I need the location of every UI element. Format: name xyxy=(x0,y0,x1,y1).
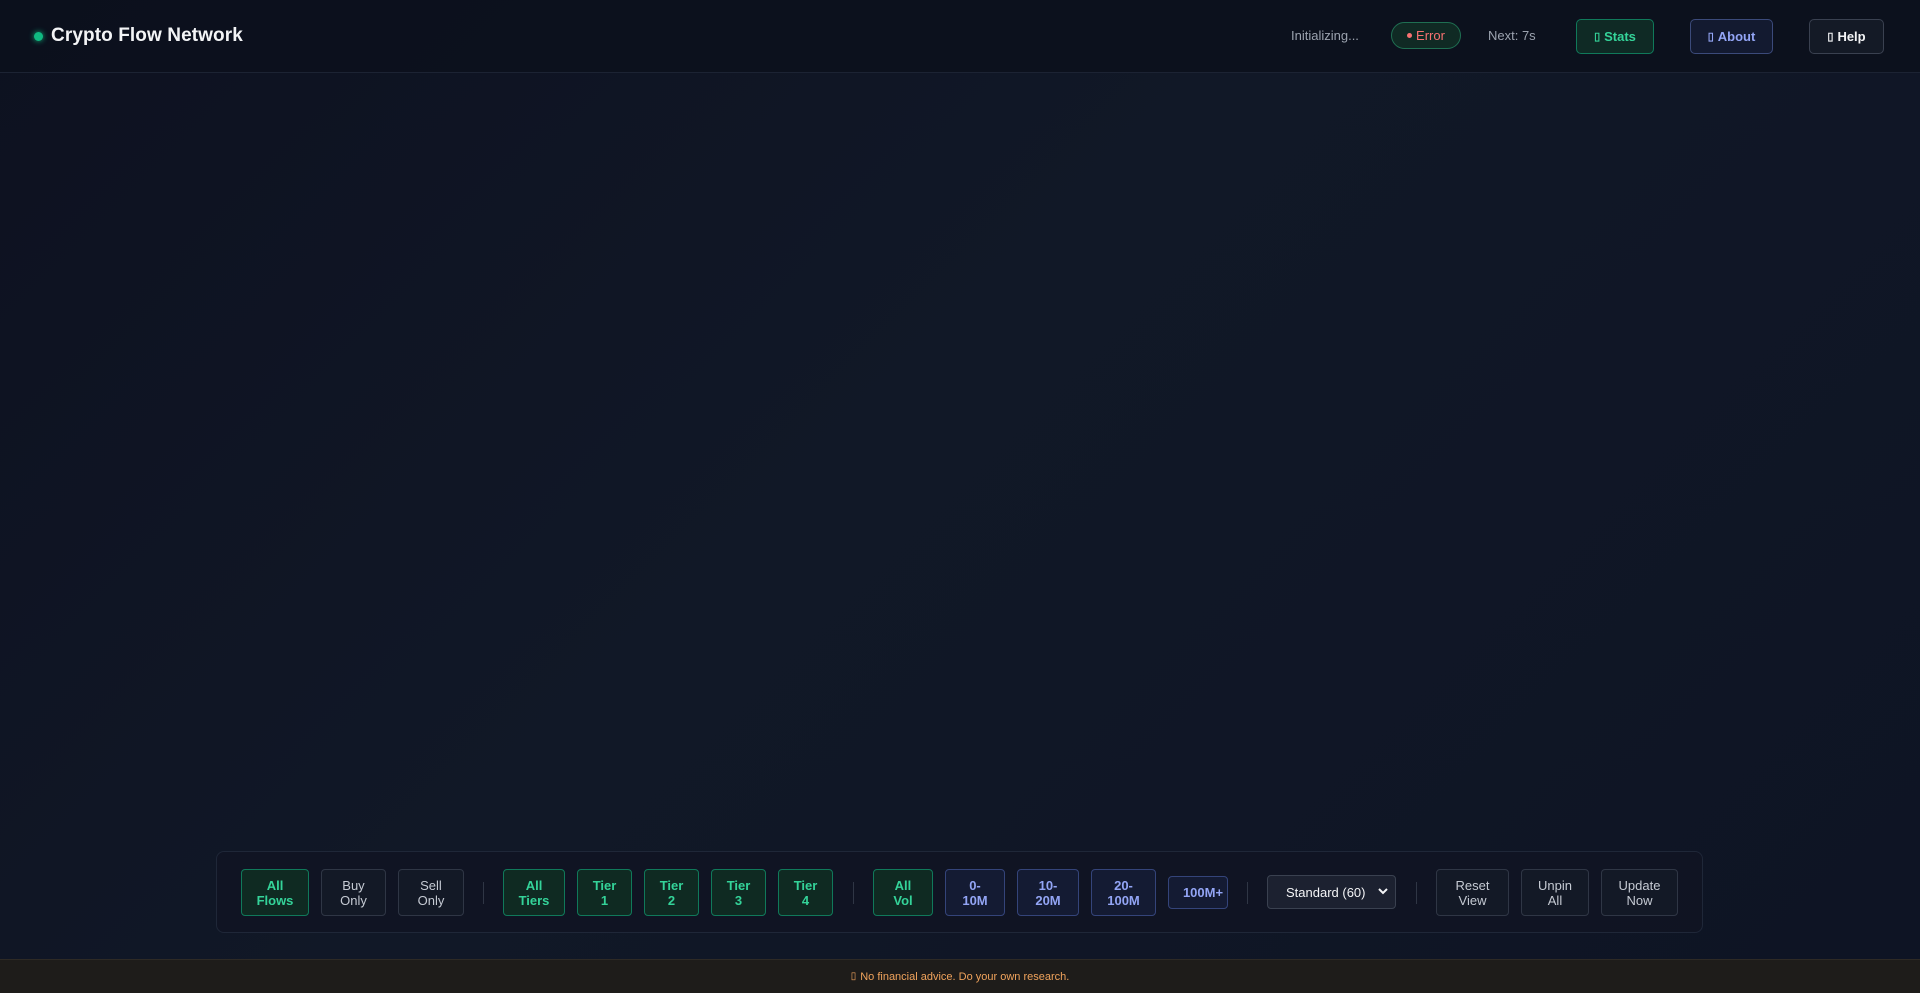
next-update-countdown: Next: 7s xyxy=(1488,28,1536,43)
filter-sell-only-button[interactable]: Sell Only xyxy=(398,869,464,916)
app-title: Crypto Flow Network xyxy=(51,25,243,46)
question-icon: ▯ xyxy=(1827,31,1834,43)
stats-button-label: Stats xyxy=(1604,29,1636,44)
filter-all-volume-button[interactable]: All Vol xyxy=(873,869,933,916)
filter-control-bar: All Flows Buy Only Sell Only All Tiers T… xyxy=(216,851,1703,933)
help-button-label: Help xyxy=(1837,29,1866,44)
live-indicator-dot xyxy=(34,31,43,41)
chevron-down-icon xyxy=(1378,888,1388,895)
chart-icon: ▯ xyxy=(1594,31,1601,43)
separator xyxy=(853,882,854,904)
node-count-select-value: Standard (60) xyxy=(1286,884,1366,900)
disclaimer-text: No financial advice. Do your own researc… xyxy=(860,970,1070,983)
error-status-badge: Error xyxy=(1391,22,1461,49)
filter-buy-only-button[interactable]: Buy Only xyxy=(321,869,386,916)
status-text: Initializing... xyxy=(1291,28,1359,43)
network-canvas[interactable] xyxy=(0,74,1920,844)
filter-tier-3-button[interactable]: Tier 3 xyxy=(711,869,766,916)
reset-view-button[interactable]: Reset View xyxy=(1436,869,1509,916)
about-button[interactable]: ▯ About xyxy=(1690,19,1773,54)
about-button-label: About xyxy=(1717,29,1756,44)
filter-tier-2-button[interactable]: Tier 2 xyxy=(644,869,699,916)
separator xyxy=(1247,882,1248,904)
warning-icon: ▯ xyxy=(850,971,857,982)
update-now-button[interactable]: Update Now xyxy=(1601,869,1678,916)
brand: Crypto Flow Network xyxy=(34,25,243,47)
filter-tier-4-button[interactable]: Tier 4 xyxy=(778,869,833,916)
separator xyxy=(1416,882,1417,904)
unpin-all-button[interactable]: Unpin All xyxy=(1521,869,1589,916)
filter-volume-100m-plus-button[interactable]: 100M+ xyxy=(1168,876,1228,909)
disclaimer-footer: ▯ No financial advice. Do your own resea… xyxy=(0,959,1920,993)
node-count-select[interactable]: Standard (60) xyxy=(1267,875,1396,909)
info-icon: ▯ xyxy=(1707,31,1714,43)
filter-all-flows-button[interactable]: All Flows xyxy=(241,869,309,916)
top-header: Crypto Flow Network Initializing... Erro… xyxy=(0,0,1920,73)
error-label: Error xyxy=(1416,28,1445,43)
help-button[interactable]: ▯ Help xyxy=(1809,19,1884,54)
filter-volume-0-10m-button[interactable]: 0- 10M xyxy=(945,869,1005,916)
error-dot-icon xyxy=(1407,33,1413,38)
separator xyxy=(483,882,484,904)
filter-all-tiers-button[interactable]: All Tiers xyxy=(503,869,565,916)
filter-volume-10-20m-button[interactable]: 10- 20M xyxy=(1017,869,1079,916)
filter-volume-20-100m-button[interactable]: 20- 100M xyxy=(1091,869,1156,916)
stats-button[interactable]: ▯ Stats xyxy=(1576,19,1654,54)
filter-tier-1-button[interactable]: Tier 1 xyxy=(577,869,632,916)
